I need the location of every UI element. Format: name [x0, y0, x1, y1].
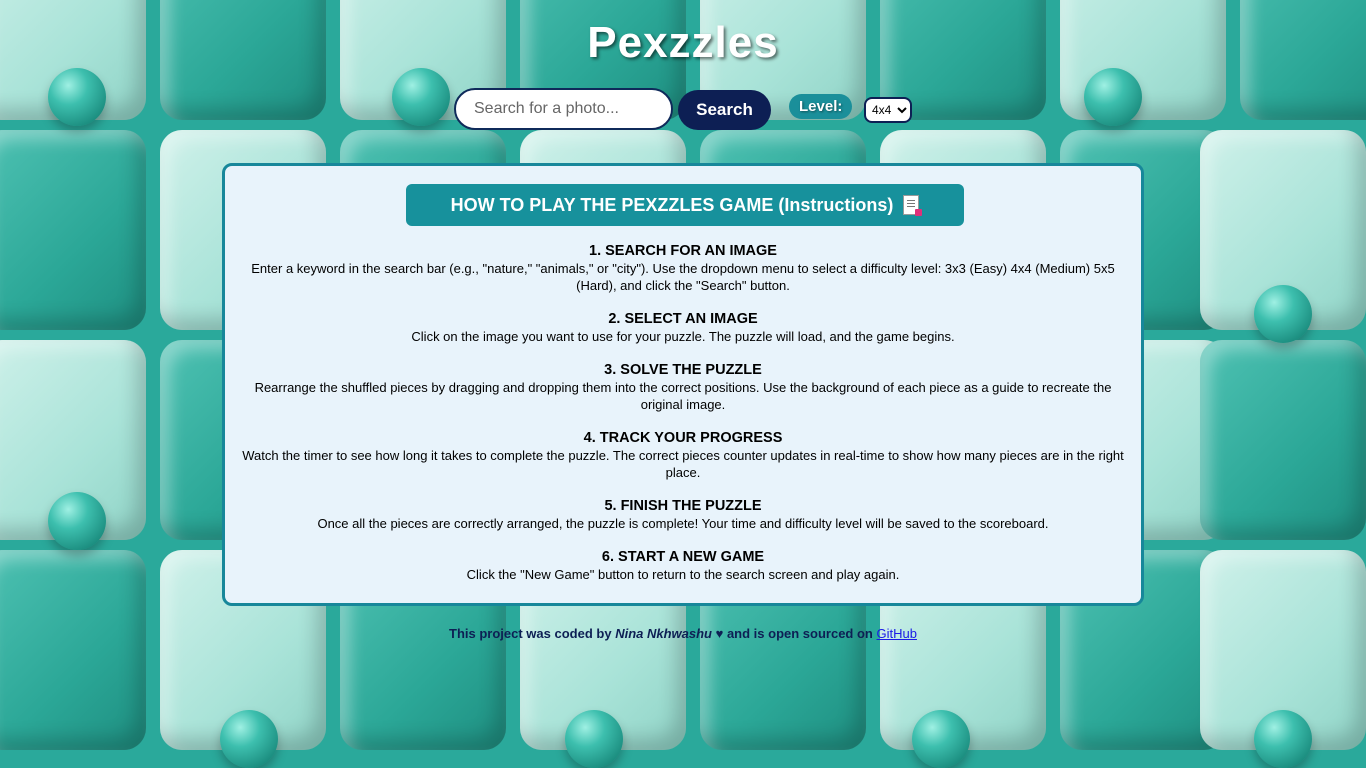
step-title: 4. TRACK YOUR PROGRESS: [583, 430, 783, 446]
step-title: 5. FINISH THE PUZZLE: [604, 498, 762, 514]
step-text: Click on the image you want to use for y…: [411, 329, 955, 344]
step-text: Watch the timer to see how long it takes…: [242, 448, 1124, 480]
instructions-panel: HOW TO PLAY THE PEXZZLES GAME (Instructi…: [222, 163, 1144, 606]
step-item: 3. SOLVE THE PUZZLE Rearrange the shuffl…: [241, 362, 1125, 413]
step-text: Rearrange the shuffled pieces by draggin…: [254, 380, 1112, 412]
document-icon: [903, 195, 923, 216]
step-item: 1. SEARCH FOR AN IMAGE Enter a keyword i…: [241, 243, 1125, 294]
step-item: 2. SELECT AN IMAGE Click on the image yo…: [241, 311, 1125, 345]
footer-middle: and is open sourced on: [726, 626, 873, 641]
search-input[interactable]: [454, 88, 673, 130]
step-title: 3. SOLVE THE PUZZLE: [604, 362, 762, 378]
footer-prefix: This project was coded by: [449, 626, 612, 641]
page: Pexzzles Search Level: 4x4 HOW TO PLAY T…: [0, 0, 1366, 768]
search-bar: Search Level: 4x4: [0, 88, 1366, 132]
footer: This project was coded by Nina Nkhwashu …: [0, 626, 1366, 641]
instructions-heading-text: HOW TO PLAY THE PEXZZLES GAME (Instructi…: [450, 194, 894, 215]
level-label: Level:: [789, 94, 853, 119]
level-select[interactable]: 4x4: [864, 97, 912, 123]
instructions-steps: 1. SEARCH FOR AN IMAGE Enter a keyword i…: [241, 243, 1125, 600]
search-button[interactable]: Search: [678, 90, 771, 130]
step-title: 6. START A NEW GAME: [601, 549, 765, 565]
step-title: 2. SELECT AN IMAGE: [608, 311, 758, 327]
step-text: Enter a keyword in the search bar (e.g.,…: [251, 261, 1115, 293]
step-item: 4. TRACK YOUR PROGRESS Watch the timer t…: [241, 430, 1125, 481]
step-text: Click the "New Game" button to return to…: [466, 567, 900, 582]
step-item: 5. FINISH THE PUZZLE Once all the pieces…: [241, 498, 1125, 532]
step-title: 1. SEARCH FOR AN IMAGE: [589, 243, 777, 259]
github-link[interactable]: GitHub: [877, 626, 917, 641]
step-item: 6. START A NEW GAME Click the "New Game"…: [241, 549, 1125, 583]
heart-icon: ♥: [715, 626, 724, 641]
app-title: Pexzzles: [587, 18, 779, 67]
footer-author: Nina Nkhwashu: [615, 626, 712, 641]
step-text: Once all the pieces are correctly arrang…: [317, 516, 1049, 531]
instructions-heading: HOW TO PLAY THE PEXZZLES GAME (Instructi…: [406, 184, 964, 226]
